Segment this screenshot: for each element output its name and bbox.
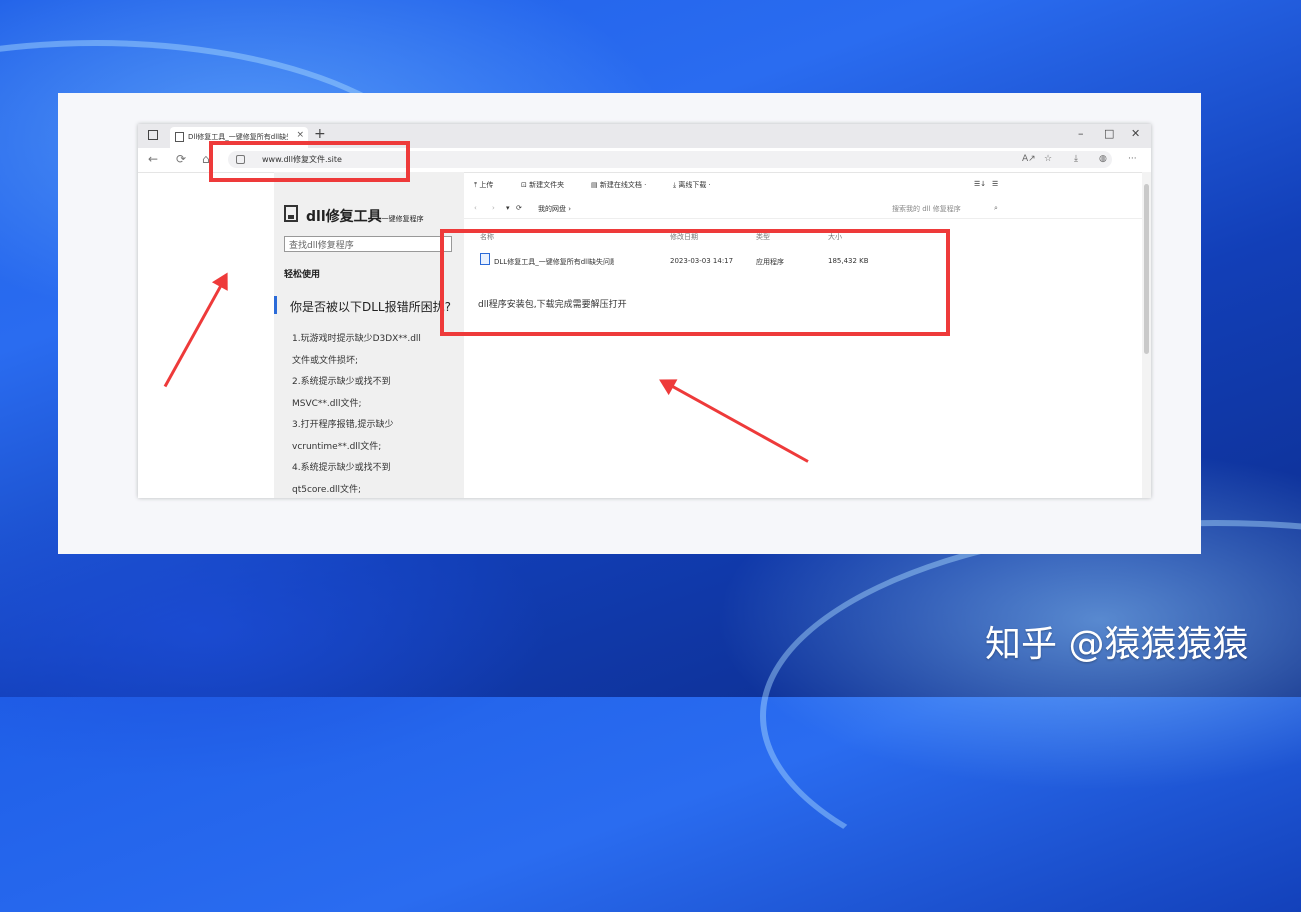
back-path-icon[interactable]: ‹ [474, 204, 477, 212]
new-online-doc-button[interactable]: ▤ 新建在线文档 · [591, 180, 646, 190]
breadcrumb[interactable]: 我的网盘 › [538, 204, 571, 214]
list-item: MSVC**.dll文件; [292, 394, 421, 416]
dll-search-input[interactable]: 查找dll修复程序 [284, 236, 452, 252]
maximize-icon[interactable]: □ [1104, 127, 1114, 140]
new-online-doc-label: 新建在线文档 [600, 181, 642, 189]
page-favicon-icon [175, 132, 184, 142]
forward-path-icon[interactable]: › [492, 204, 495, 212]
list-item: qt5core.dll文件; [292, 480, 421, 502]
url-highlight-box [209, 141, 410, 182]
back-icon[interactable]: ← [148, 152, 158, 166]
file-toolbar: ⤒ 上传 ⊡ 新建文件夹 ▤ 新建在线文档 · ⤓ 离线下载 · ☰↓ ☰ [464, 172, 1142, 196]
sidebar: dll修复工具一键修复程序 查找dll修复程序 轻松使用 你是否被以下DLL报错… [274, 172, 464, 498]
list-item: 2.系统提示缺少或找不到 [292, 372, 421, 394]
list-item: 3.打开程序报错,提示缺少 [292, 415, 421, 437]
list-view-icon[interactable]: ☰ [992, 180, 998, 188]
download-icon[interactable]: ⤓ [1074, 154, 1078, 164]
list-item: 1.玩游戏时提示缺少D3DX**.dll [292, 329, 421, 351]
read-aloud-icon[interactable]: A↗ [1022, 154, 1036, 164]
search-icon[interactable]: ⌕ [994, 204, 998, 213]
path-dropdown-icon[interactable]: ▾ [506, 204, 510, 212]
new-tab-icon[interactable]: + [314, 126, 326, 142]
section-subtitle: 轻松使用 [284, 267, 320, 280]
section-accent-bar [274, 296, 277, 314]
offline-download-button[interactable]: ⤓ 离线下载 · [673, 180, 711, 190]
close-tab-icon[interactable]: × [296, 130, 304, 140]
list-item: 文件或文件损坏; [292, 351, 421, 373]
new-folder-label: 新建文件夹 [529, 181, 564, 189]
close-window-icon[interactable]: ✕ [1131, 127, 1140, 140]
breadcrumb-item[interactable]: 我的网盘 [538, 205, 566, 213]
list-item: vcruntime**.dll文件; [292, 437, 421, 459]
path-refresh-icon[interactable]: ⟳ [516, 204, 522, 212]
brand-title: dll修复工具一键修复程序 [306, 206, 424, 226]
profile-icon[interactable]: ◍ [1099, 154, 1107, 164]
error-list: 1.玩游戏时提示缺少D3DX**.dll 文件或文件损坏; 2.系统提示缺少或找… [292, 329, 421, 501]
list-item: 4.系统提示缺少或找不到 [292, 458, 421, 480]
zhihu-watermark: 知乎 @猿猿猿猿 [985, 615, 1248, 667]
dll-logo-icon [284, 205, 298, 222]
favorite-icon[interactable]: ☆ [1044, 154, 1052, 164]
file-search-input[interactable]: 搜索我的 dll 修复程序 [892, 204, 961, 214]
tab-actions-icon[interactable] [148, 130, 158, 140]
path-bar: ‹ › ▾ ⟳ 我的网盘 › 搜索我的 dll 修复程序 ⌕ [464, 200, 1142, 219]
scrollbar[interactable] [1142, 172, 1151, 498]
refresh-icon[interactable]: ⟳ [176, 152, 186, 166]
new-folder-button[interactable]: ⊡ 新建文件夹 [521, 180, 564, 190]
minimize-icon[interactable]: – [1078, 127, 1084, 140]
brand-subtitle: 一键修复程序 [382, 215, 424, 223]
file-highlight-box [440, 229, 950, 336]
scrollbar-thumb[interactable] [1144, 184, 1149, 354]
upload-button[interactable]: ⤒ 上传 [474, 180, 493, 190]
upload-label: 上传 [479, 181, 493, 189]
more-icon[interactable]: ··· [1128, 154, 1137, 164]
brand-name: dll修复工具 [306, 209, 382, 225]
sort-icon[interactable]: ☰↓ [974, 180, 986, 188]
offline-download-label: 离线下载 [678, 181, 706, 189]
section-heading: 你是否被以下DLL报错所困扰? [290, 298, 451, 315]
